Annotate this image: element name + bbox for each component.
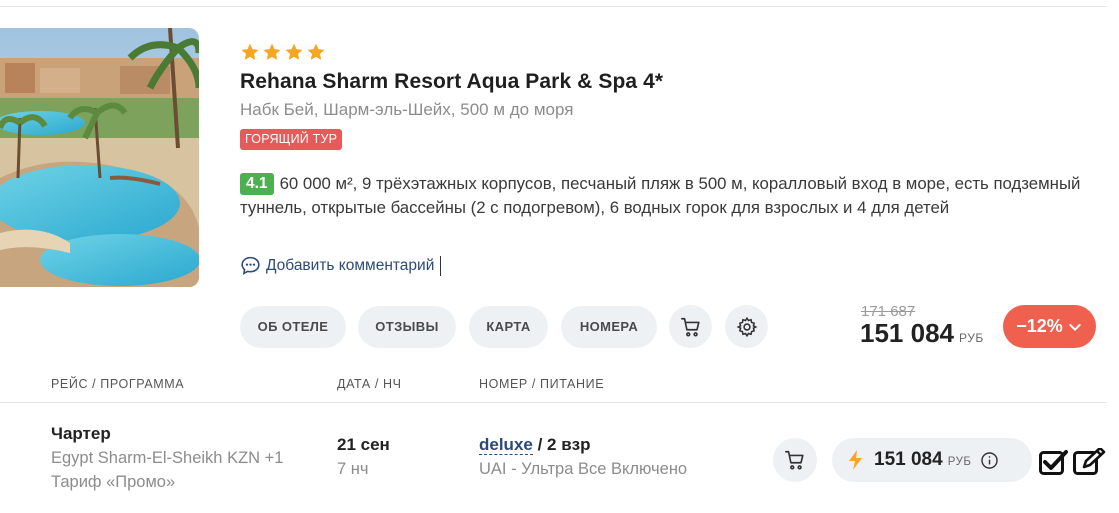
checkbox-checked-icon[interactable]	[1039, 449, 1069, 475]
rooms-button[interactable]: НОМЕРА	[561, 306, 657, 348]
top-divider	[0, 6, 1107, 7]
row-cart-button[interactable]	[773, 438, 817, 482]
info-icon	[981, 451, 999, 469]
row-price-button[interactable]: 151 084 РУБ	[832, 438, 1032, 482]
price-currency: РУБ	[958, 331, 984, 345]
settings-button[interactable]	[725, 305, 768, 348]
cart-icon	[680, 317, 700, 337]
reviews-button[interactable]: ОТЗЫВЫ	[358, 306, 456, 348]
gear-icon	[736, 316, 757, 337]
nights-count: 7 нч	[337, 460, 369, 478]
cart-button[interactable]	[669, 305, 712, 348]
meal-plan: UAI - Ультра Все Включено	[479, 460, 688, 478]
add-comment-label: Добавить комментарий	[266, 256, 435, 274]
row-price-currency: РУБ	[947, 456, 972, 468]
col-header-date: ДАТА / НЧ	[337, 377, 402, 391]
star-icon	[263, 43, 281, 60]
comment-icon	[241, 256, 260, 275]
chevron-down-icon	[1069, 323, 1081, 331]
rating-badge: 4.1	[240, 173, 274, 195]
discount-button[interactable]: −12%	[1003, 305, 1096, 348]
hotel-photo[interactable]	[0, 28, 199, 287]
description-text: 60 000 м², 9 трёхэтажных корпусов, песча…	[240, 174, 1081, 217]
departure-date: 21 сен	[337, 435, 390, 454]
table-divider	[0, 402, 1107, 403]
hotel-description: 4.1 60 000 м², 9 трёхэтажных корпусов, пе…	[240, 172, 1100, 220]
discount-label: −12%	[1016, 316, 1063, 336]
current-price: 151 084 РУБ	[860, 318, 984, 349]
col-header-room: НОМЕР / ПИТАНИЕ	[479, 377, 605, 391]
hot-tour-badge: ГОРЯЩИЙ ТУР	[240, 129, 343, 150]
star-icon	[307, 43, 325, 60]
star-rating	[240, 42, 326, 62]
add-comment-link[interactable]: Добавить комментарий	[240, 255, 442, 276]
room-info: deluxe / 2 взр	[479, 435, 591, 455]
edit-icon[interactable]	[1073, 448, 1107, 476]
row-price: 151 084 РУБ	[874, 449, 971, 471]
flight-type: Чартер	[51, 424, 111, 443]
price-value: 151 084	[860, 318, 954, 348]
about-hotel-button[interactable]: ОБ ОТЕЛЕ	[240, 306, 346, 348]
col-header-flight: РЕЙС / ПРОГРАММА	[51, 377, 185, 391]
lightning-icon	[849, 450, 862, 470]
text-cursor	[440, 255, 442, 276]
price-info-button[interactable]	[980, 451, 999, 470]
flight-tariff: Тариф «Промо»	[51, 473, 176, 491]
hotel-title[interactable]: Rehana Sharm Resort Aqua Park & Spa 4*	[240, 70, 663, 94]
map-button[interactable]: КАРТА	[469, 306, 548, 348]
flight-route: Egypt Sharm-El-Sheikh KZN +1	[51, 449, 284, 467]
cart-icon	[785, 450, 804, 470]
row-price-value: 151 084	[874, 449, 943, 470]
star-icon	[285, 43, 303, 60]
star-icon	[241, 43, 259, 60]
room-type-link[interactable]: deluxe	[479, 435, 533, 455]
room-occupancy: / 2 взр	[532, 435, 591, 454]
hotel-location: Набк Бей, Шарм-эль-Шейх, 500 м до моря	[240, 100, 574, 119]
